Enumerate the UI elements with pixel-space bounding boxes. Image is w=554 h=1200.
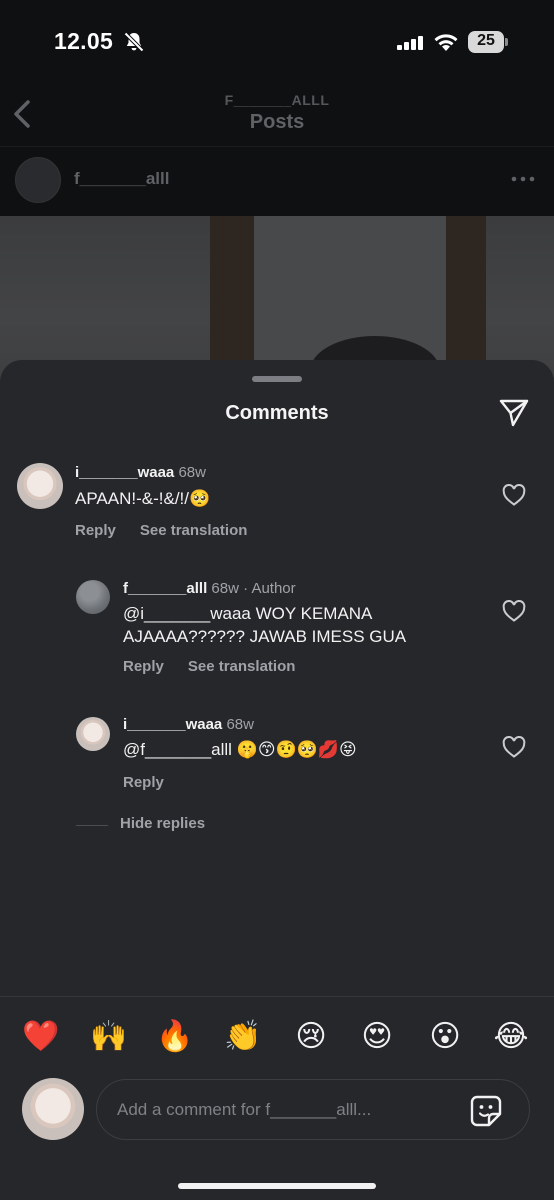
reaction-surprised[interactable]: 😮 [422, 1014, 468, 1060]
home-indicator[interactable] [178, 1183, 376, 1189]
reply-button[interactable]: Reply [123, 658, 164, 675]
see-translation-button[interactable]: See translation [140, 522, 248, 539]
comment-username[interactable]: f_______alll [123, 580, 207, 597]
sticker-icon[interactable] [469, 1094, 503, 1128]
battery-nub [505, 38, 508, 46]
more-horizontal-icon[interactable] [508, 169, 538, 189]
post-author-avatar[interactable] [15, 157, 61, 203]
reply-button[interactable]: Reply [123, 774, 164, 791]
comment-meta: i_______waaa 68w [123, 716, 254, 733]
commenter-avatar[interactable] [76, 580, 110, 614]
wifi-icon [433, 33, 459, 52]
sheet-title: Comments [225, 402, 329, 424]
comment-meta: f_______alll 68w · Author [123, 580, 296, 597]
commenter-avatar[interactable] [17, 463, 63, 509]
status-bar: 12.05 25 [0, 0, 554, 80]
post-header: f_______alll [0, 146, 554, 216]
comment-meta: i_______waaa 68w [75, 464, 206, 481]
status-time: 12.05 [54, 28, 114, 54]
comment-actions: Reply See translation [75, 522, 271, 539]
comment-text: @f_______alll 🤫😙🤨🥺💋😝 [123, 740, 357, 759]
reaction-laughing[interactable]: 😂 [488, 1014, 534, 1060]
reaction-crying[interactable]: 😢 [288, 1014, 334, 1060]
hide-replies-divider [76, 825, 108, 826]
reaction-heart-eyes[interactable]: 😍 [354, 1014, 400, 1060]
heart-icon[interactable] [502, 736, 526, 758]
battery-level: 25 [477, 32, 495, 49]
heart-icon[interactable] [502, 484, 526, 506]
comment-reply-item: i_______waaa 68w @f_______alll 🤫😙🤨🥺💋😝 Re… [0, 714, 554, 804]
comment-item: i_______waaa 68w APAAN!-&-!&/!/🥺 Reply Se… [0, 460, 554, 550]
page-title: Posts [249, 111, 305, 133]
hide-replies-button[interactable]: Hide replies [120, 815, 205, 832]
reaction-fire[interactable]: 🔥 [152, 1014, 198, 1060]
nav-username: F_______ALLL [224, 92, 330, 108]
see-translation-button[interactable]: See translation [188, 658, 296, 675]
reaction-clap[interactable]: 👏 [220, 1014, 266, 1060]
reply-button[interactable]: Reply [75, 522, 116, 539]
sheet-grabber[interactable] [252, 376, 302, 382]
commenter-avatar[interactable] [76, 717, 110, 751]
battery-icon: 25 [468, 31, 508, 53]
top-nav: F_______ALLL Posts [0, 80, 554, 146]
cellular-signal-icon [397, 36, 425, 50]
comment-actions: Reply See translation [123, 658, 319, 675]
post-author-username[interactable]: f_______alll [74, 169, 169, 189]
current-user-avatar [22, 1078, 84, 1140]
comment-username[interactable]: i_______waaa [75, 464, 174, 481]
comment-input[interactable]: Add a comment for f_______alll... [96, 1079, 530, 1140]
comment-time: 68w [178, 464, 206, 481]
comment-actions: Reply [123, 774, 188, 791]
heart-icon[interactable] [502, 600, 526, 622]
bell-slash-icon [122, 30, 146, 54]
comment-text: @i_______waaa WOY KEMANA AJAAAA?????? JA… [123, 604, 407, 646]
quick-reactions-bar: ❤️ 🙌 🔥 👏 😢 😍 😮 😂 [0, 1014, 554, 1060]
comment-time: 68w · Author [211, 580, 296, 597]
reaction-heart[interactable]: ❤️ [18, 1014, 64, 1060]
comment-input-placeholder: Add a comment for f_______alll... [117, 1100, 372, 1119]
reaction-raised-hands[interactable]: 🙌 [86, 1014, 132, 1060]
comment-username[interactable]: i_______waaa [123, 716, 222, 733]
composer-divider [0, 996, 554, 997]
comment-text: APAAN!-&-!&/!/🥺 [75, 489, 211, 508]
paper-plane-icon[interactable] [498, 398, 530, 428]
comment-time: 68w [226, 716, 254, 733]
comment-reply-item: f_______alll 68w · Author @i_______waaa … [0, 578, 554, 678]
